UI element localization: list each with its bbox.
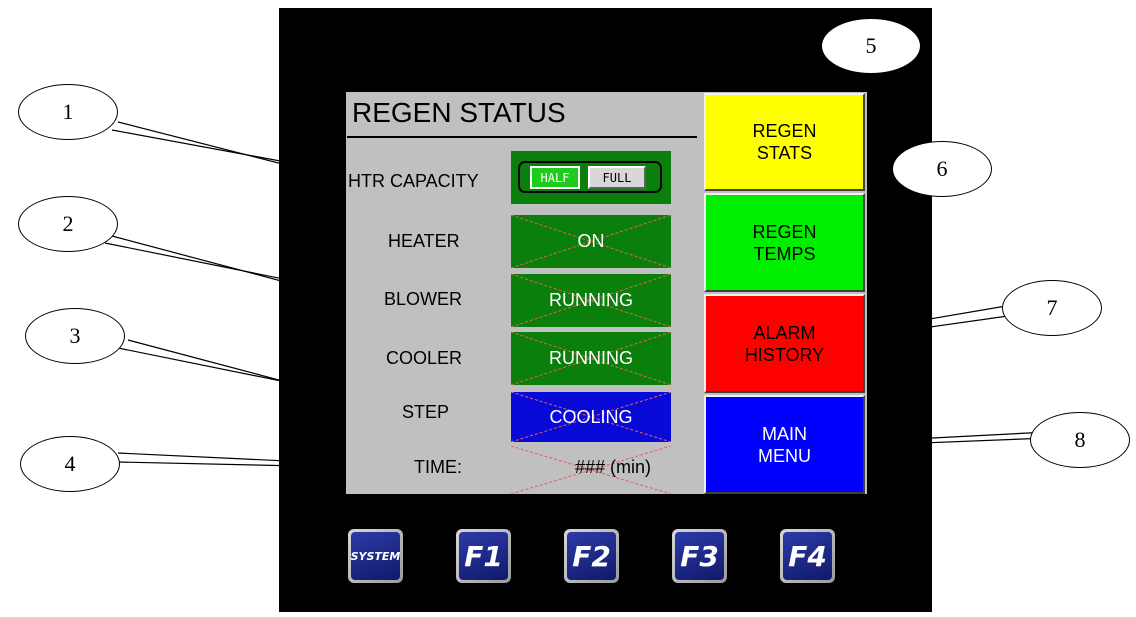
- callout-5: 5: [821, 18, 921, 74]
- f3-key-label: F3: [675, 532, 724, 580]
- cooler-indicator: RUNNING: [511, 332, 671, 385]
- full-button[interactable]: FULL: [588, 166, 646, 189]
- callout-6: 6: [892, 141, 992, 197]
- regen-stats-button[interactable]: REGEN STATS: [704, 93, 865, 191]
- f3-key[interactable]: F3: [672, 529, 727, 583]
- blower-indicator: RUNNING: [511, 274, 671, 327]
- cooler-label: COOLER: [386, 348, 463, 368]
- f1-key-label: F1: [459, 532, 508, 580]
- time-label: TIME:: [414, 457, 462, 477]
- heater-value: ON: [577, 231, 605, 251]
- callout-2: 2: [18, 196, 118, 252]
- main-menu-button[interactable]: MAIN MENU: [704, 395, 865, 494]
- system-key-label: SYSTEM: [351, 532, 400, 580]
- time-value: ### (min): [575, 457, 652, 477]
- regen-temps-button[interactable]: REGEN TEMPS: [704, 193, 865, 292]
- callout-3: 3: [25, 308, 125, 364]
- system-key[interactable]: SYSTEM: [348, 529, 403, 583]
- callout-7: 7: [1002, 280, 1102, 336]
- title-divider: [347, 136, 697, 138]
- half-button[interactable]: HALF: [530, 166, 580, 189]
- blower-label: BLOWER: [384, 289, 463, 309]
- callout-4: 4: [20, 436, 120, 492]
- f4-key[interactable]: F4: [780, 529, 835, 583]
- htr-capacity-selector: HALF FULL: [518, 161, 662, 193]
- blower-value: RUNNING: [549, 290, 633, 310]
- step-indicator: COOLING: [511, 392, 671, 442]
- page-title: REGEN STATUS: [352, 97, 566, 128]
- f4-key-label: F4: [783, 532, 832, 580]
- f2-key-label: F2: [567, 532, 616, 580]
- heater-indicator: ON: [511, 215, 671, 268]
- htr-capacity-label: HTR CAPACITY: [348, 171, 479, 191]
- callout-8: 8: [1030, 412, 1130, 468]
- f1-key[interactable]: F1: [456, 529, 511, 583]
- callout-1: 1: [18, 84, 118, 140]
- step-label: STEP: [402, 402, 450, 422]
- alarm-history-button[interactable]: ALARM HISTORY: [704, 294, 865, 393]
- cooler-value: RUNNING: [549, 348, 633, 368]
- step-value: COOLING: [549, 406, 633, 427]
- time-display: ### (min): [511, 446, 671, 494]
- htr-capacity-panel: HALF FULL: [511, 151, 671, 204]
- heater-label: HEATER: [388, 231, 460, 251]
- f2-key[interactable]: F2: [564, 529, 619, 583]
